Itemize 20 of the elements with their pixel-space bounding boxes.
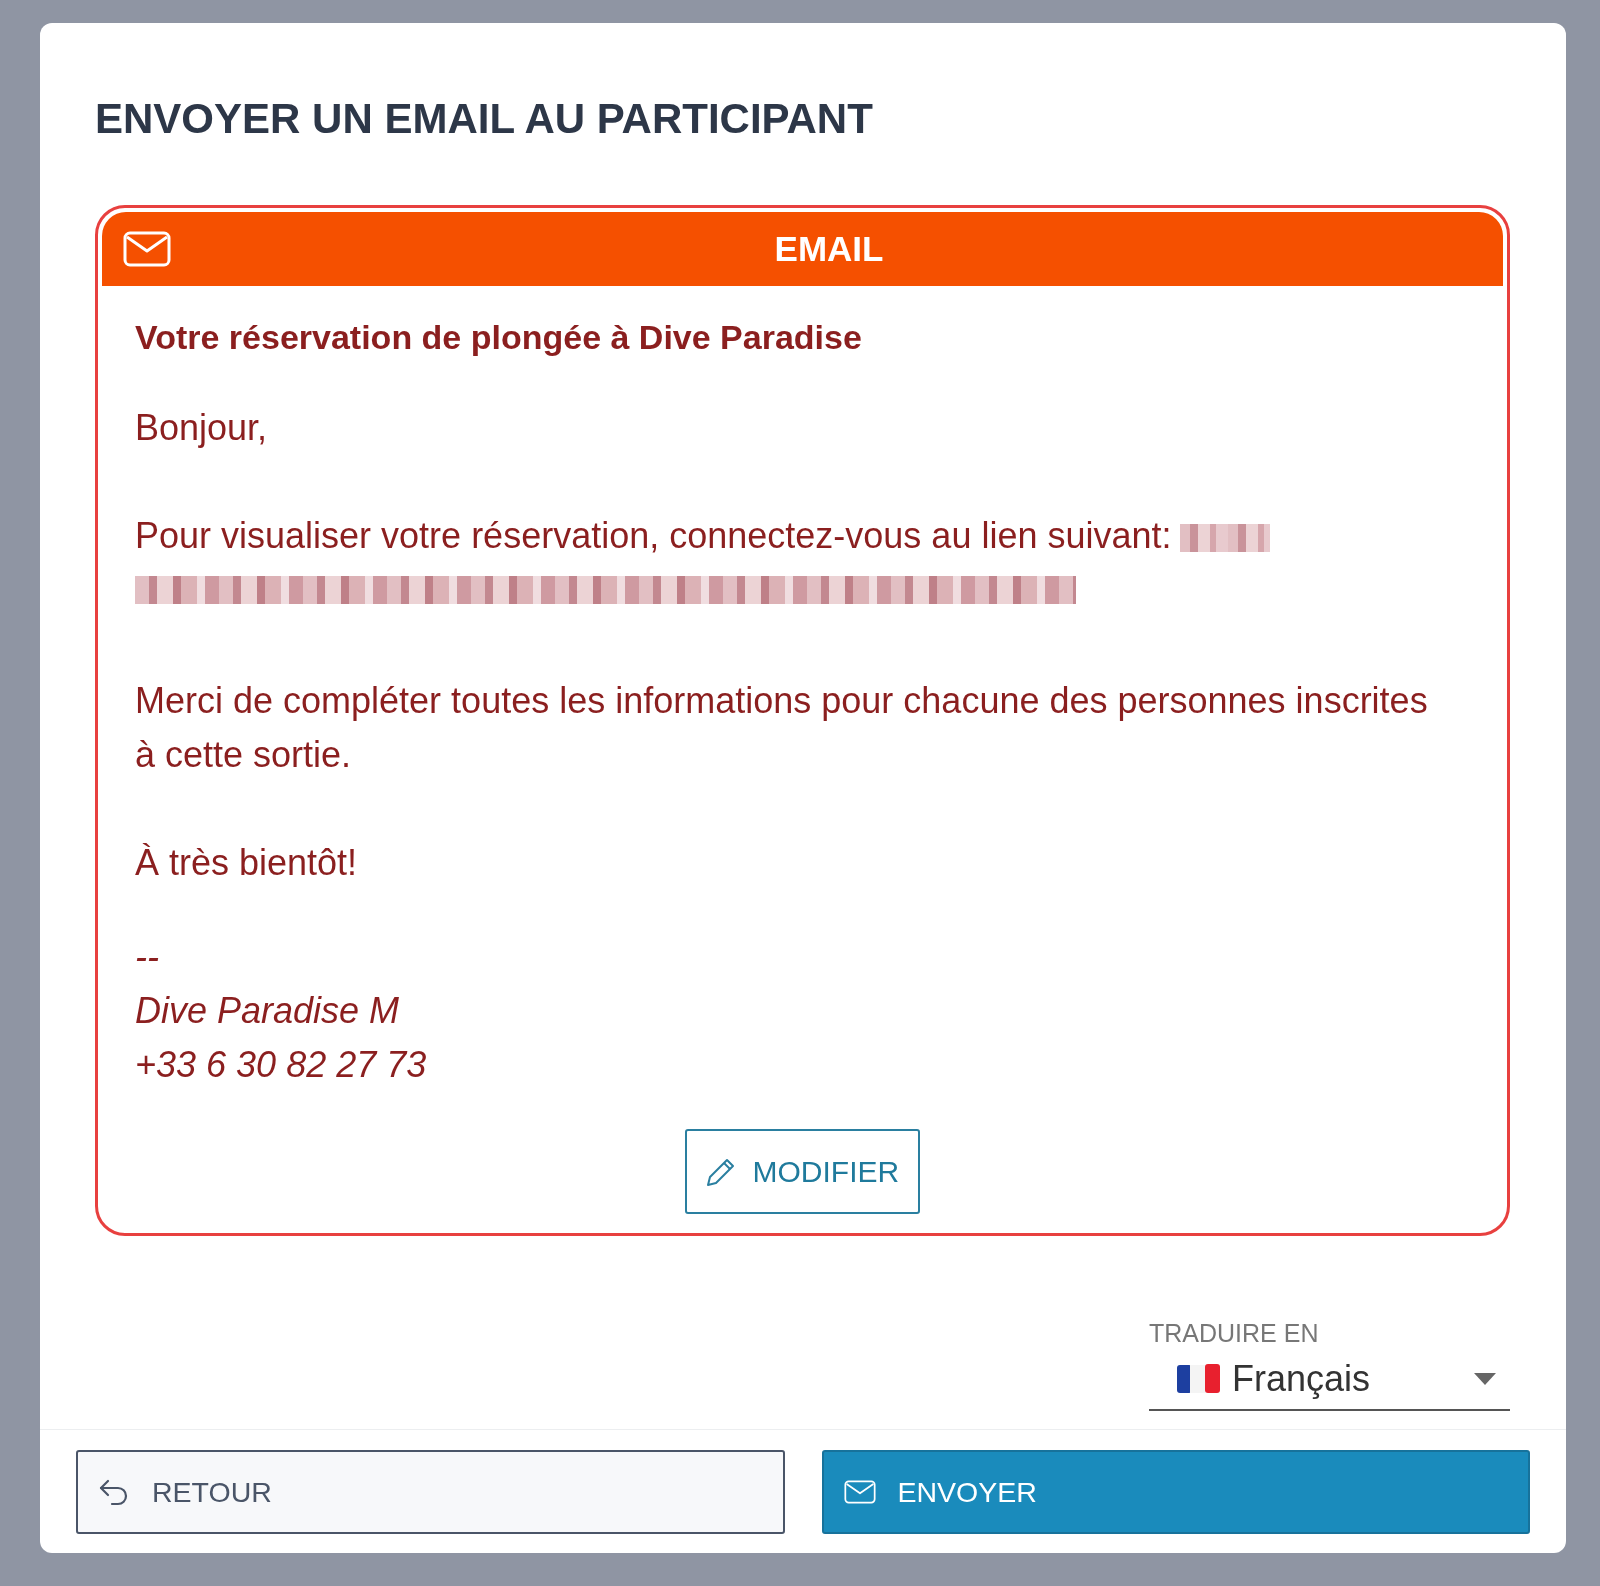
email-paragraph: Pour visualiser votre réservation, connectez-vous au lien suivant:	[135, 515, 1172, 556]
modify-button[interactable]: MODIFIER	[684, 1129, 920, 1214]
email-paragraph: À très bientôt!	[135, 841, 359, 885]
signature-line: --	[135, 935, 159, 979]
envelope-icon	[843, 1477, 876, 1507]
dialog-title: ENVOYER UN EMAIL AU PARTICIPANT	[95, 95, 873, 143]
back-button[interactable]: RETOUR	[76, 1450, 785, 1534]
signature-line: +33 6 30 82 27 73	[135, 1043, 427, 1087]
caret-icon	[1474, 1373, 1496, 1385]
email-subject: Votre réservation de plongée à Dive Paradise	[135, 317, 862, 358]
field-label: TRADUIRE EN	[1149, 1318, 1319, 1349]
language-select[interactable]: Français	[1149, 1349, 1510, 1411]
undo-arrow-icon	[98, 1477, 130, 1507]
send-button[interactable]: ENVOYER	[821, 1450, 1530, 1534]
signature-line: Dive Paradise M	[135, 989, 400, 1033]
flag-icon	[1177, 1364, 1220, 1394]
header-title: EMAIL	[773, 229, 885, 269]
email-paragraph: Merci de compléter toutes les informations pour chacune des personnes inscrites à cette sortie.	[135, 679, 1429, 777]
email-paragraph: Bonjour,	[135, 406, 269, 450]
envelope-icon	[123, 231, 171, 267]
